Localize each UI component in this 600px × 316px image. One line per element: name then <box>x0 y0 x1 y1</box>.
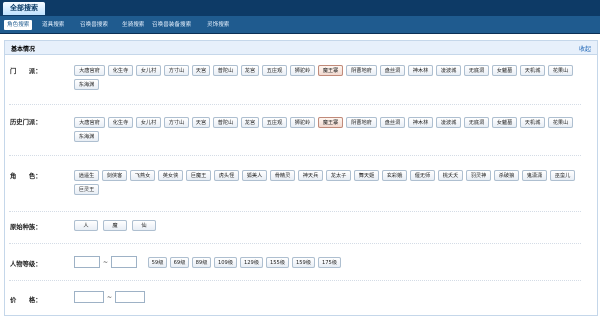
option-menpai[interactable]: 花果山 <box>548 65 573 76</box>
option-level[interactable]: 109级 <box>214 257 237 268</box>
option-history[interactable]: 盘丝洞 <box>380 117 405 128</box>
option-level[interactable]: 59级 <box>148 257 167 268</box>
option-role[interactable]: 虎头怪 <box>214 170 239 181</box>
option-menpai[interactable]: 阴曹地府 <box>346 65 377 76</box>
option-history[interactable]: 天机城 <box>520 117 545 128</box>
nav-item-3[interactable]: 召唤兽搜索 <box>80 20 108 30</box>
sep-1 <box>9 104 581 105</box>
option-history[interactable]: 方寸山 <box>164 117 189 128</box>
option-menpai[interactable]: 盘丝洞 <box>380 65 405 76</box>
sep-5 <box>9 280 581 281</box>
option-role[interactable]: 骨精灵 <box>270 170 295 181</box>
option-history[interactable]: 五庄观 <box>262 117 287 128</box>
option-menpai[interactable]: 天宫 <box>192 65 210 76</box>
option-history[interactable]: 大唐官府 <box>74 117 105 128</box>
row-label-race: 原始种族： <box>10 224 42 231</box>
section-header: 基本情况 收起 <box>5 41 597 55</box>
nav-item-6[interactable]: 灵饰搜索 <box>207 20 229 30</box>
option-history[interactable]: 无底洞 <box>464 117 489 128</box>
option-menpai[interactable]: 狮驼岭 <box>290 65 315 76</box>
option-role[interactable]: 神天兵 <box>298 170 323 181</box>
option-role[interactable]: 舞天姬 <box>354 170 379 181</box>
option-race[interactable]: 魔 <box>103 220 127 231</box>
option-level[interactable]: 175级 <box>318 257 341 268</box>
level-min-input[interactable] <box>74 256 100 268</box>
price-max-input[interactable] <box>115 291 145 303</box>
option-role[interactable]: 剑侠客 <box>102 170 127 181</box>
collapse-link[interactable]: 收起 <box>579 44 591 53</box>
row-label-menpai: 门 派： <box>10 68 42 75</box>
option-level[interactable]: 89级 <box>192 257 211 268</box>
option-menpai[interactable]: 龙宫 <box>241 65 259 76</box>
option-history[interactable]: 魔王寨 <box>318 117 343 128</box>
option-role[interactable]: 玄彩娥 <box>382 170 407 181</box>
option-history[interactable]: 天宫 <box>192 117 210 128</box>
option-role[interactable]: 巫蛮儿 <box>550 170 575 181</box>
option-history[interactable]: 女魃墓 <box>492 117 517 128</box>
row-label-price: 价 格： <box>10 297 42 304</box>
option-menpai[interactable]: 化生寺 <box>108 65 133 76</box>
option-level[interactable]: 69级 <box>170 257 189 268</box>
option-menpai[interactable]: 东海渊 <box>74 79 99 90</box>
option-history[interactable]: 狮驼岭 <box>290 117 315 128</box>
option-level[interactable]: 129级 <box>240 257 263 268</box>
option-menpai[interactable]: 魔王寨 <box>318 65 343 76</box>
option-level[interactable]: 159级 <box>292 257 315 268</box>
option-menpai[interactable]: 方寸山 <box>164 65 189 76</box>
option-level[interactable]: 155级 <box>266 257 289 268</box>
row-label-history: 历史门派： <box>10 119 42 126</box>
option-role[interactable]: 飞燕女 <box>130 170 155 181</box>
option-menpai[interactable]: 女儿村 <box>136 65 161 76</box>
option-menpai[interactable]: 凌波城 <box>436 65 461 76</box>
price-min-input[interactable] <box>74 291 104 303</box>
option-role[interactable]: 逍遥生 <box>74 170 99 181</box>
option-race[interactable]: 人 <box>74 220 98 231</box>
option-role[interactable]: 狐美人 <box>242 170 267 181</box>
option-history[interactable]: 花果山 <box>548 117 573 128</box>
option-role[interactable]: 龙太子 <box>326 170 351 181</box>
option-history[interactable]: 阴曹地府 <box>346 117 377 128</box>
nav-item-2[interactable]: 道具搜索 <box>42 20 64 30</box>
sep-4 <box>9 243 581 244</box>
nav-bar: 角色搜索 道具搜索 召唤兽搜索 坐骑搜索 召唤兽装备搜索 灵饰搜索 <box>0 16 600 34</box>
section-title: 基本情况 <box>11 46 36 53</box>
option-history[interactable]: 神木林 <box>408 117 433 128</box>
option-menpai[interactable]: 普陀山 <box>213 65 238 76</box>
row-label-role: 角 色： <box>10 173 42 180</box>
option-role[interactable]: 偃无师 <box>410 170 435 181</box>
level-max-input[interactable] <box>111 256 137 268</box>
option-history[interactable]: 化生寺 <box>108 117 133 128</box>
option-history[interactable]: 龙宫 <box>241 117 259 128</box>
app-title-tab[interactable]: 全部搜索 <box>3 2 45 15</box>
price-tilde: ~ <box>107 294 113 301</box>
option-role[interactable]: 英女侠 <box>158 170 183 181</box>
nav-item-1[interactable]: 角色搜索 <box>4 20 33 30</box>
option-role[interactable]: 桃夭夭 <box>438 170 463 181</box>
level-tilde: ~ <box>103 259 109 266</box>
sep-3 <box>9 211 581 212</box>
option-menpai[interactable]: 大唐官府 <box>74 65 105 76</box>
option-role[interactable]: 杀破狼 <box>494 170 519 181</box>
option-menpai[interactable]: 天机城 <box>520 65 545 76</box>
option-role[interactable]: 巨魔王 <box>186 170 211 181</box>
option-history[interactable]: 东海渊 <box>74 131 99 142</box>
option-menpai[interactable]: 女魃墓 <box>492 65 517 76</box>
option-menpai[interactable]: 神木林 <box>408 65 433 76</box>
option-history[interactable]: 普陀山 <box>213 117 238 128</box>
option-role[interactable]: 羽灵神 <box>466 170 491 181</box>
option-history[interactable]: 凌波城 <box>436 117 461 128</box>
sep-2 <box>9 155 581 156</box>
option-history[interactable]: 女儿村 <box>136 117 161 128</box>
nav-item-5[interactable]: 召唤兽装备搜索 <box>152 20 191 30</box>
option-role[interactable]: 鬼潇潇 <box>522 170 547 181</box>
option-menpai[interactable]: 五庄观 <box>262 65 287 76</box>
row-label-level: 人物等级： <box>10 261 42 268</box>
option-role[interactable]: 巨灵王 <box>74 184 99 195</box>
option-race[interactable]: 仙 <box>132 220 156 231</box>
nav-item-4[interactable]: 坐骑搜索 <box>122 20 144 30</box>
option-menpai[interactable]: 无底洞 <box>464 65 489 76</box>
